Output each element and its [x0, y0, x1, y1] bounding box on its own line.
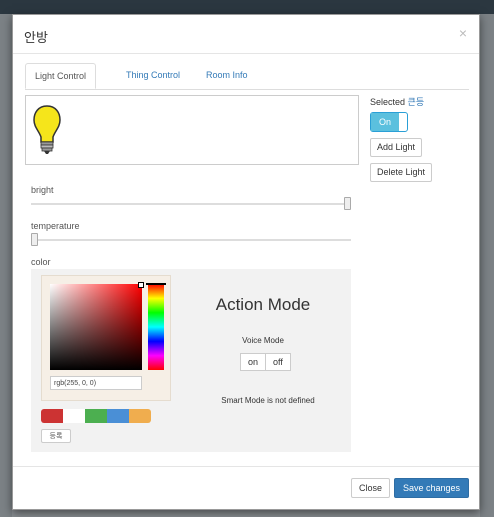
- color-swatch[interactable]: [41, 409, 63, 423]
- light-preview: [25, 95, 359, 165]
- color-picker: rgb(255, 0, 0): [41, 275, 171, 401]
- tab-light-control[interactable]: Light Control: [25, 63, 97, 89]
- color-label: color: [31, 257, 51, 267]
- rgb-value-field[interactable]: rgb(255, 0, 0): [50, 376, 142, 390]
- color-action-panel: rgb(255, 0, 0) 등록 Action Mode Voice Mode…: [31, 269, 351, 452]
- tab-thing-control[interactable]: Thing Control: [117, 63, 189, 88]
- color-swatches: [41, 409, 151, 423]
- background-header: [0, 0, 494, 14]
- voice-on-button[interactable]: on: [240, 353, 267, 371]
- save-changes-button[interactable]: Save changes: [393, 478, 469, 498]
- voice-off-button[interactable]: off: [266, 353, 291, 371]
- light-power-toggle[interactable]: On: [370, 112, 408, 132]
- temperature-slider[interactable]: [31, 233, 351, 246]
- bright-label: bright: [31, 185, 54, 195]
- selected-label-text: Selected: [370, 97, 406, 107]
- color-picker-cursor[interactable]: [138, 282, 144, 288]
- register-color-button[interactable]: 등록: [41, 429, 71, 443]
- bright-slider[interactable]: [31, 197, 351, 210]
- hue-marker[interactable]: [146, 283, 166, 285]
- color-swatch[interactable]: [63, 409, 85, 423]
- light-bulb-icon: [33, 105, 61, 154]
- color-swatch[interactable]: [129, 409, 151, 423]
- hue-slider[interactable]: [146, 283, 166, 370]
- light-side-panel: Selected 큰등 On Add Light Delete Light: [370, 95, 470, 182]
- selected-light-name: 큰등: [407, 97, 425, 107]
- voice-mode-buttons: on off: [240, 353, 291, 371]
- close-icon[interactable]: ×: [459, 25, 467, 41]
- close-button[interactable]: Close: [350, 478, 390, 498]
- saturation-value-area[interactable]: [50, 282, 144, 370]
- tab-bar: Light Control Thing Control Room Info: [25, 63, 469, 90]
- delete-light-button[interactable]: Delete Light: [370, 163, 433, 182]
- modal-title: 안방: [24, 30, 48, 45]
- color-swatch[interactable]: [107, 409, 129, 423]
- tab-room-info[interactable]: Room Info: [197, 63, 257, 88]
- color-swatch[interactable]: [85, 409, 107, 423]
- temperature-label: temperature: [31, 221, 80, 231]
- smart-mode-status: Smart Mode is not defined: [221, 396, 315, 405]
- modal-footer: Close Save changes: [13, 466, 479, 509]
- selected-light-label: Selected 큰등: [370, 95, 470, 108]
- toggle-on-label: On: [371, 113, 399, 131]
- temperature-slider-handle[interactable]: [31, 233, 38, 246]
- add-light-button[interactable]: Add Light: [370, 138, 423, 157]
- action-mode-title: Action Mode: [215, 295, 311, 314]
- background-left: [0, 14, 12, 517]
- voice-mode-label: Voice Mode: [242, 336, 284, 345]
- modal-header: 안방 ×: [13, 15, 479, 54]
- background-right: [480, 14, 494, 517]
- bright-slider-handle[interactable]: [344, 197, 351, 210]
- room-modal: 안방 × Light Control Thing Control Room In…: [12, 14, 480, 510]
